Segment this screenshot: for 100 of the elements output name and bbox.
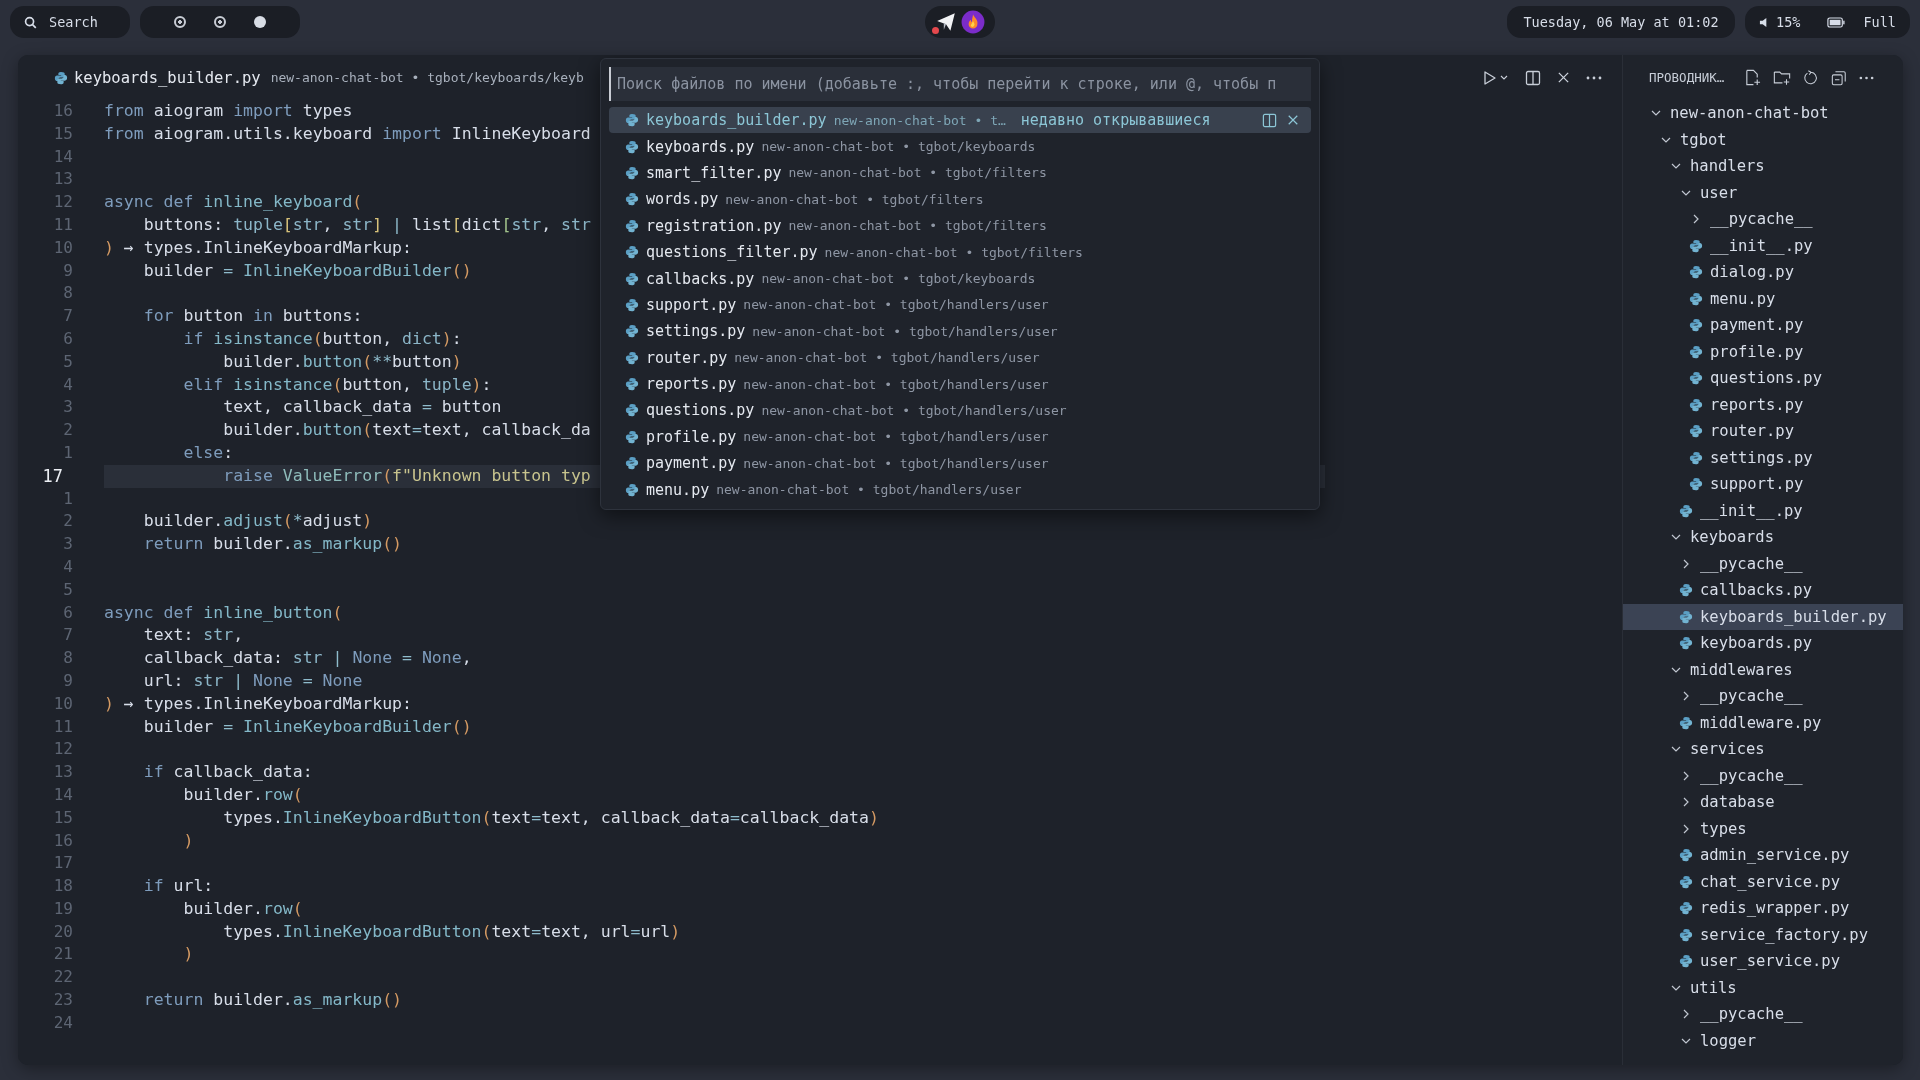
- code-line: return builder.as_markup(): [142, 533, 403, 556]
- file-item[interactable]: menu.py: [1623, 285, 1903, 312]
- file-item[interactable]: profile.py: [1623, 338, 1903, 365]
- line-number: 6: [62, 327, 73, 350]
- file-item[interactable]: chat_service.py: [1623, 868, 1903, 895]
- line-number: 3: [62, 396, 73, 419]
- file-item[interactable]: support.py: [1623, 471, 1903, 498]
- code-line: builder = InlineKeyboardBuilder(): [142, 259, 472, 282]
- flame-icon[interactable]: [961, 10, 985, 34]
- refresh-icon[interactable]: [1803, 69, 1820, 86]
- workspace-dot[interactable]: [174, 16, 186, 28]
- file-result[interactable]: profile.py new-anon-chat-bot • tgbot/handlers/user: [609, 423, 1311, 451]
- folder-item[interactable]: new-anon-chat-bot: [1623, 100, 1903, 127]
- line-number: 7: [62, 624, 73, 647]
- line-number: 17: [52, 852, 73, 875]
- line-number: 19: [52, 897, 73, 920]
- folder-item[interactable]: __pycache__: [1623, 1001, 1903, 1028]
- volume-level: 15%: [1776, 14, 1801, 30]
- file-icon: [625, 192, 639, 207]
- close-icon[interactable]: [1287, 114, 1299, 127]
- split-icon[interactable]: [1262, 112, 1277, 128]
- close-icon[interactable]: [1557, 71, 1570, 84]
- file-result[interactable]: router.py new-anon-chat-bot • tgbot/handlers/user: [609, 344, 1311, 371]
- line-number: 21: [52, 943, 73, 966]
- file-icon: [1689, 477, 1703, 492]
- new-folder-icon[interactable]: [1773, 69, 1792, 86]
- file-item[interactable]: user_service.py: [1623, 948, 1903, 975]
- line-number: 11: [52, 214, 73, 236]
- code-line: text: str,: [142, 624, 244, 647]
- folder-item[interactable]: __pycache__: [1623, 550, 1903, 577]
- file-item[interactable]: admin_service.py: [1623, 842, 1903, 869]
- file-item[interactable]: questions.py: [1623, 365, 1903, 392]
- file-result[interactable]: support.py new-anon-chat-bot • tgbot/handlers/user: [609, 291, 1311, 319]
- workspace-dot[interactable]: [214, 16, 226, 28]
- folder-item[interactable]: __pycache__: [1623, 206, 1903, 233]
- file-result[interactable]: words.py new-anon-chat-bot • tgbot/filters: [609, 186, 1311, 213]
- file-icon: [625, 271, 639, 286]
- folder-item[interactable]: __pycache__: [1623, 683, 1903, 710]
- file-result[interactable]: questions.py new-anon-chat-bot • tgbot/handlers/user: [609, 397, 1311, 424]
- code-line: builder.row(: [182, 897, 303, 920]
- line-number: 10: [52, 692, 73, 715]
- folder-item[interactable]: database: [1623, 789, 1903, 816]
- split-editor-icon[interactable]: [1525, 69, 1541, 86]
- folder-item[interactable]: types: [1623, 815, 1903, 842]
- file-result[interactable]: settings.py new-anon-chat-bot • tgbot/handlers/user: [609, 318, 1311, 345]
- line-number: 11: [52, 715, 73, 738]
- more-icon[interactable]: [1586, 75, 1602, 80]
- workspace-dot[interactable]: [254, 16, 266, 28]
- file-item[interactable]: service_factory.py: [1623, 921, 1903, 948]
- run-icon[interactable]: [1483, 69, 1509, 86]
- file-result[interactable]: menu.py new-anon-chat-bot • tgbot/handlers/user: [609, 476, 1311, 503]
- paper-plane-icon[interactable]: [935, 11, 957, 33]
- file-icon: [1689, 371, 1703, 386]
- line-number: 9: [62, 669, 73, 692]
- file-result[interactable]: keyboards.py new-anon-chat-bot • tgbot/keyboards: [609, 133, 1311, 160]
- file-result[interactable]: questions_filter.py new-anon-chat-bot • tgbot/filters: [609, 238, 1311, 266]
- folder-item[interactable]: user: [1623, 179, 1903, 206]
- search-button[interactable]: Search: [10, 6, 130, 38]
- file-result[interactable]: reports.py new-anon-chat-bot • tgbot/handlers/user: [609, 370, 1311, 398]
- file-icon: [625, 297, 639, 312]
- file-result[interactable]: registration.py new-anon-chat-bot • tgbot/filters: [609, 212, 1311, 239]
- folder-item[interactable]: keyboards: [1623, 524, 1903, 551]
- folder-item[interactable]: utils: [1623, 974, 1903, 1001]
- new-file-icon[interactable]: [1744, 69, 1762, 86]
- line-number: 8: [62, 282, 73, 305]
- file-item[interactable]: payment.py: [1623, 312, 1903, 339]
- file-item[interactable]: keyboards.py: [1623, 630, 1903, 657]
- battery-icon[interactable]: [1827, 16, 1846, 28]
- file-result[interactable]: callbacks.py new-anon-chat-bot • tgbot/keyboards: [609, 265, 1311, 292]
- search-icon: [24, 15, 37, 29]
- line-number: 2: [62, 510, 73, 533]
- file-result[interactable]: smart_filter.py new-anon-chat-bot • tgbot/filters: [609, 159, 1311, 187]
- file-result[interactable]: payment.py new-anon-chat-bot • tgbot/handlers/user: [609, 450, 1311, 477]
- file-search-input[interactable]: Поиск файлов по имени (добавьте :, чтобы перейти к строке, или @, чтобы п: [609, 67, 1311, 101]
- code-line: else:: [182, 441, 234, 464]
- line-number: 14: [52, 145, 73, 168]
- file-item[interactable]: router.py: [1623, 418, 1903, 445]
- file-icon: [1679, 636, 1693, 651]
- folder-item[interactable]: tgbot: [1623, 126, 1903, 153]
- line-number: 20: [52, 920, 73, 943]
- code-line: ) → types.InlineKeyboardMarkup:: [104, 692, 412, 715]
- file-result[interactable]: keyboards_builder.py new-anon-chat-bot • t… недавно открывавшиеся: [609, 107, 1311, 134]
- collapse-all-icon[interactable]: [1831, 69, 1848, 86]
- tab-file-name[interactable]: keyboards_builder.py: [74, 68, 261, 87]
- folder-item[interactable]: services: [1623, 736, 1903, 763]
- file-item[interactable]: redis_wrapper.py: [1623, 895, 1903, 922]
- folder-item[interactable]: handlers: [1623, 153, 1903, 180]
- file-icon: [625, 324, 639, 339]
- folder-item[interactable]: __pycache__: [1623, 762, 1903, 789]
- file-item[interactable]: __init__.py: [1623, 497, 1903, 524]
- file-item[interactable]: settings.py: [1623, 444, 1903, 471]
- file-item[interactable]: reports.py: [1623, 391, 1903, 418]
- file-item[interactable]: __init__.py: [1623, 232, 1903, 259]
- file-item[interactable]: dialog.py: [1623, 259, 1903, 286]
- file-item[interactable]: keyboards_builder.py: [1623, 603, 1903, 630]
- folder-item[interactable]: logger: [1623, 1027, 1903, 1054]
- file-item[interactable]: middleware.py: [1623, 709, 1903, 736]
- folder-item[interactable]: middlewares: [1623, 656, 1903, 683]
- more-icon[interactable]: [1859, 75, 1875, 80]
- file-item[interactable]: callbacks.py: [1623, 577, 1903, 604]
